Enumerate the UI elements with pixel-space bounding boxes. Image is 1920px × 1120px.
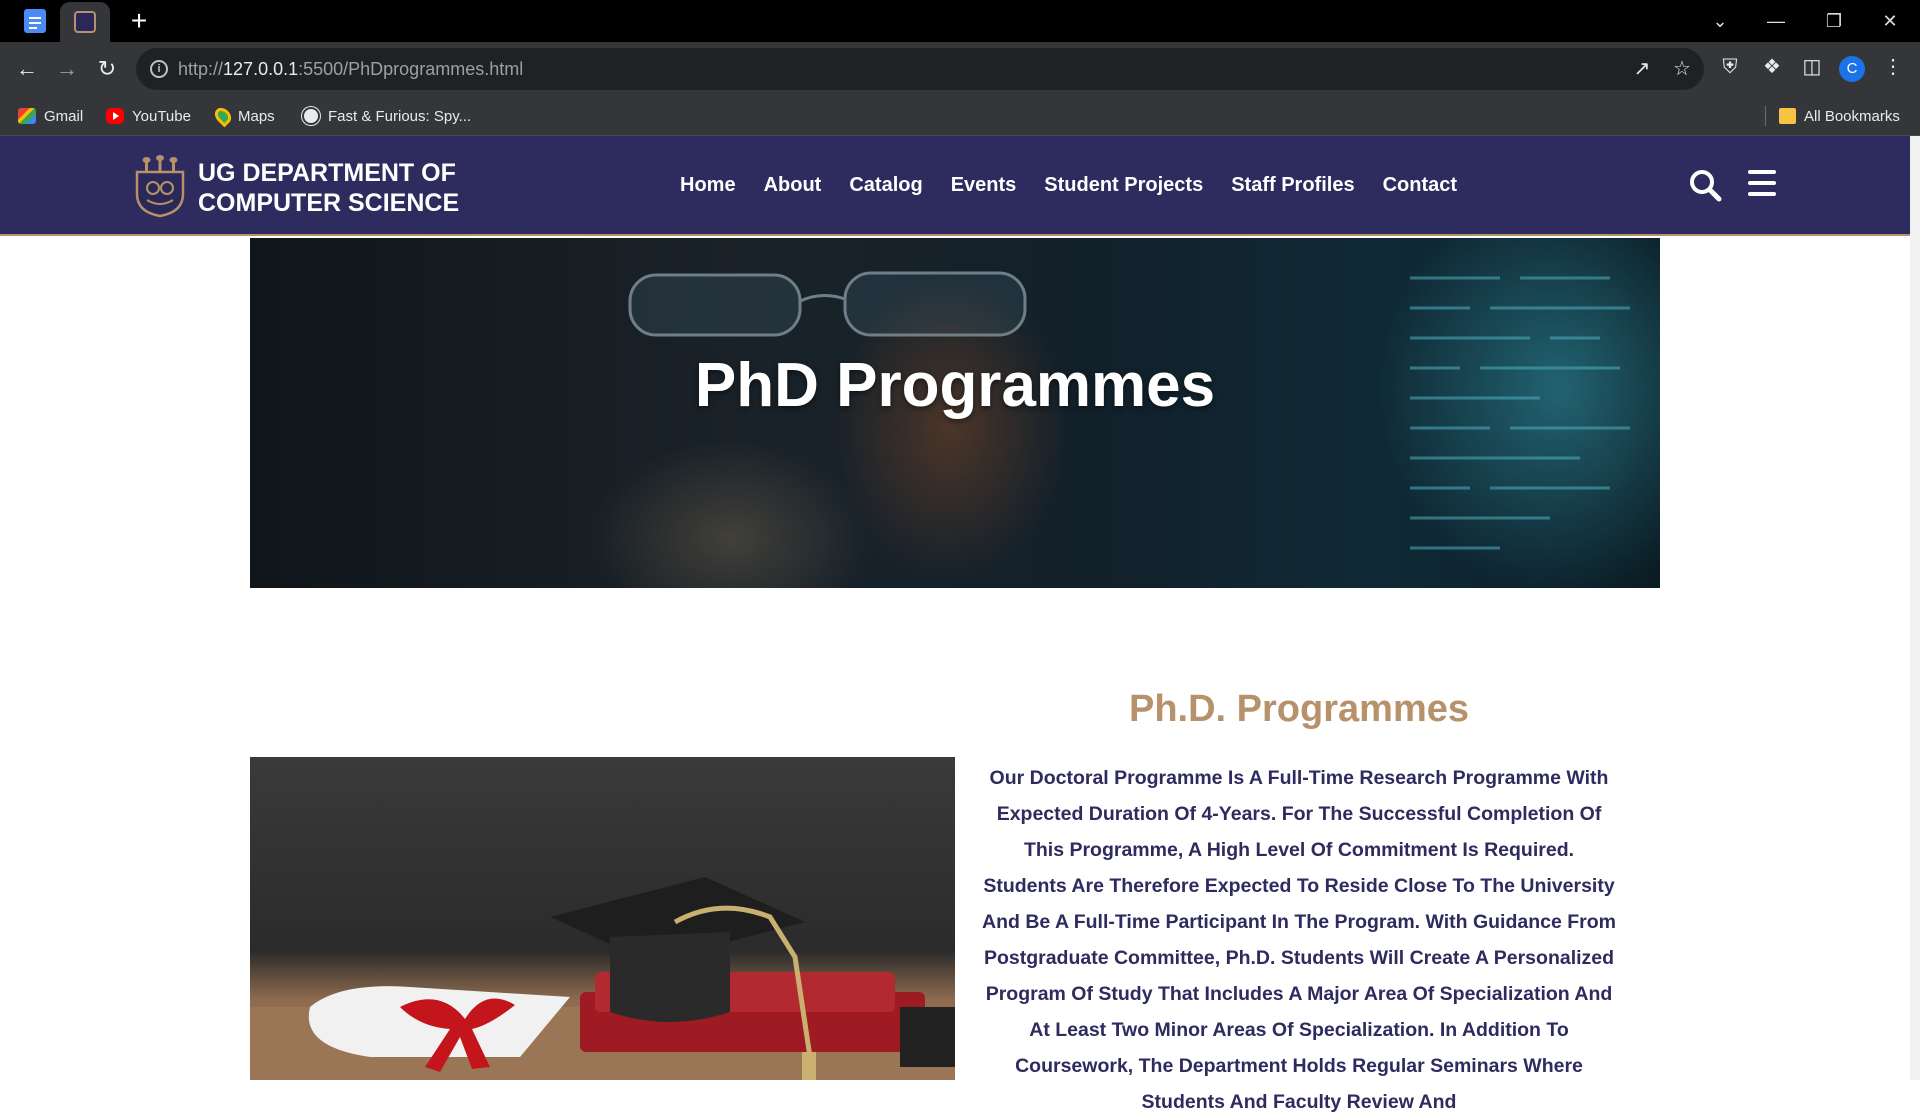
url-text[interactable]: http://127.0.0.1:5500/PhDprogrammes.html xyxy=(178,59,523,80)
gmail-icon xyxy=(18,108,36,124)
tab-search-chevron-icon[interactable]: ⌄ xyxy=(1692,0,1748,42)
nav-student-projects[interactable]: Student Projects xyxy=(1044,174,1203,197)
close-window-button[interactable]: ✕ xyxy=(1862,0,1918,42)
nav-events[interactable]: Events xyxy=(951,174,1017,197)
bookmark-fast-furious[interactable]: Fast & Furious: Spy... xyxy=(302,104,471,128)
nav-staff-profiles[interactable]: Staff Profiles xyxy=(1231,174,1354,197)
youtube-icon xyxy=(106,108,124,124)
main-nav: Home About Catalog Events Student Projec… xyxy=(680,174,1457,197)
maps-icon xyxy=(211,104,235,128)
site-title-line1: UG DEPARTMENT OF xyxy=(198,159,456,187)
site-favicon-icon xyxy=(74,11,96,33)
new-tab-button[interactable]: + xyxy=(124,6,154,36)
share-icon[interactable]: ↗ xyxy=(1630,57,1654,81)
active-tab[interactable] xyxy=(60,2,110,42)
nav-contact[interactable]: Contact xyxy=(1383,174,1457,197)
address-bar[interactable]: i http://127.0.0.1:5500/PhDprogrammes.ht… xyxy=(136,48,1704,90)
section-body-text: Our Doctoral Programme Is A Full-Time Re… xyxy=(982,767,1616,1113)
restore-button[interactable]: ❐ xyxy=(1806,0,1862,42)
search-icon[interactable] xyxy=(1688,168,1722,202)
bookmark-gmail[interactable]: Gmail xyxy=(18,104,83,128)
browser-toolbar: ← → ↻ i http://127.0.0.1:5500/PhDprogram… xyxy=(0,42,1920,96)
google-docs-icon xyxy=(24,9,46,33)
site-header: UG DEPARTMENT OF COMPUTER SCIENCE Home A… xyxy=(0,136,1910,236)
university-crest-icon[interactable] xyxy=(133,154,187,218)
nav-home[interactable]: Home xyxy=(680,174,736,197)
hamburger-menu-icon[interactable] xyxy=(1748,170,1776,198)
browser-tab-bar: + ⌄ — ❐ ✕ xyxy=(0,0,1920,42)
section-heading: Ph.D. Programmes xyxy=(1129,688,1469,730)
all-bookmarks-button[interactable]: All Bookmarks xyxy=(1779,104,1900,128)
graduation-cap-illustration xyxy=(250,877,955,1080)
bookmarks-bar: Gmail YouTube Maps Fast & Furious: Spy..… xyxy=(0,96,1920,136)
chrome-menu-icon[interactable]: ⋮ xyxy=(1880,54,1906,80)
forward-button[interactable]: → xyxy=(52,54,82,84)
site-info-icon[interactable]: i xyxy=(150,60,168,78)
pinned-tab-docs[interactable] xyxy=(14,7,56,35)
back-button[interactable]: ← xyxy=(12,54,42,84)
minimize-button[interactable]: — xyxy=(1748,0,1804,42)
hero-banner: PhD Programmes xyxy=(250,238,1660,588)
graduation-cap-photo xyxy=(250,757,955,1080)
reload-button[interactable]: ↻ xyxy=(92,54,122,84)
folder-icon xyxy=(1779,108,1796,124)
bookmark-maps[interactable]: Maps xyxy=(211,104,275,128)
profile-avatar[interactable]: C xyxy=(1839,56,1865,82)
bookmark-youtube[interactable]: YouTube xyxy=(106,104,191,128)
bookmarks-divider xyxy=(1765,106,1766,126)
extensions-puzzle-icon[interactable]: ❖ xyxy=(1759,54,1785,80)
nav-about[interactable]: About xyxy=(764,174,822,197)
bookmark-star-icon[interactable]: ☆ xyxy=(1670,57,1694,81)
globe-icon xyxy=(302,107,320,125)
hero-photo-glasses xyxy=(628,271,1027,337)
site-title-line2: COMPUTER SCIENCE xyxy=(198,189,460,217)
page-scrollbar[interactable] xyxy=(1910,136,1920,1080)
hero-title: PhD Programmes xyxy=(694,351,1216,420)
site-title[interactable]: UG DEPARTMENT OF COMPUTER SCIENCE xyxy=(198,158,498,218)
side-panel-icon[interactable]: ◫ xyxy=(1799,54,1825,80)
nav-catalog[interactable]: Catalog xyxy=(849,174,922,197)
shield-extension-icon[interactable]: ⛨ xyxy=(1717,54,1743,80)
